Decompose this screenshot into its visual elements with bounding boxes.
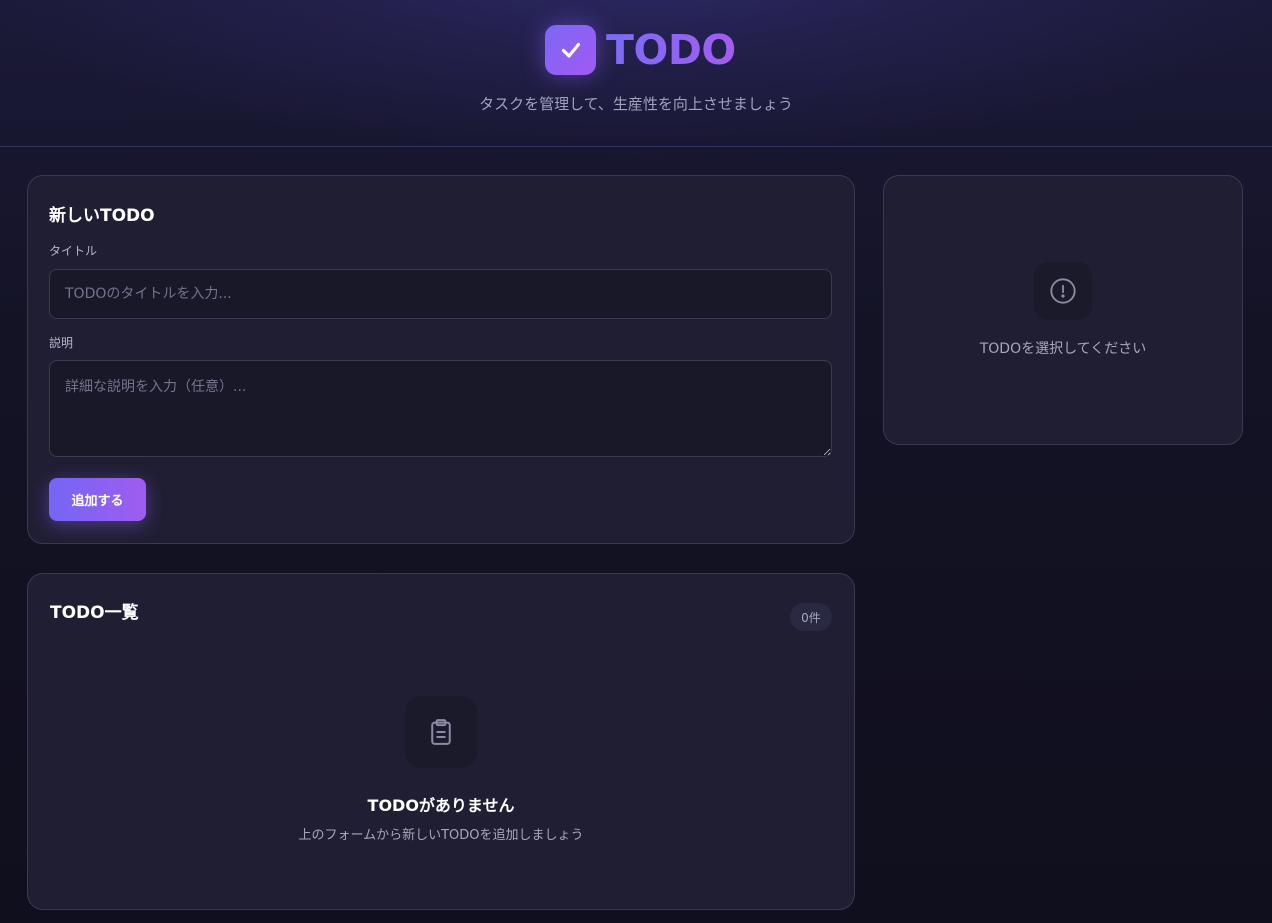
title-input[interactable] bbox=[49, 269, 832, 319]
brand: TODO bbox=[545, 25, 736, 75]
todo-list-title: TODO一覧 bbox=[50, 603, 139, 623]
todo-count-badge: 0件 bbox=[790, 603, 832, 631]
description-label: 説明 bbox=[49, 336, 74, 350]
description-input[interactable] bbox=[49, 360, 832, 457]
clipboard-icon bbox=[405, 696, 477, 768]
new-todo-title: 新しいTODO bbox=[49, 206, 155, 226]
title-label: タイトル bbox=[49, 244, 98, 258]
app-tagline: タスクを管理して、生産性を向上させましょう bbox=[479, 95, 793, 113]
app-title: TODO bbox=[606, 26, 736, 74]
empty-list-subtitle: 上のフォームから新しいTODOを追加しましょう bbox=[298, 828, 584, 843]
alert-circle-icon bbox=[1034, 262, 1092, 320]
check-icon bbox=[545, 25, 596, 75]
app-header: TODO タスクを管理して、生産性を向上させましょう bbox=[0, 0, 1272, 147]
detail-empty-message: TODOを選択してください bbox=[979, 341, 1147, 357]
add-todo-button[interactable]: 追加する bbox=[49, 478, 146, 521]
empty-list-title: TODOがありません bbox=[367, 796, 515, 815]
